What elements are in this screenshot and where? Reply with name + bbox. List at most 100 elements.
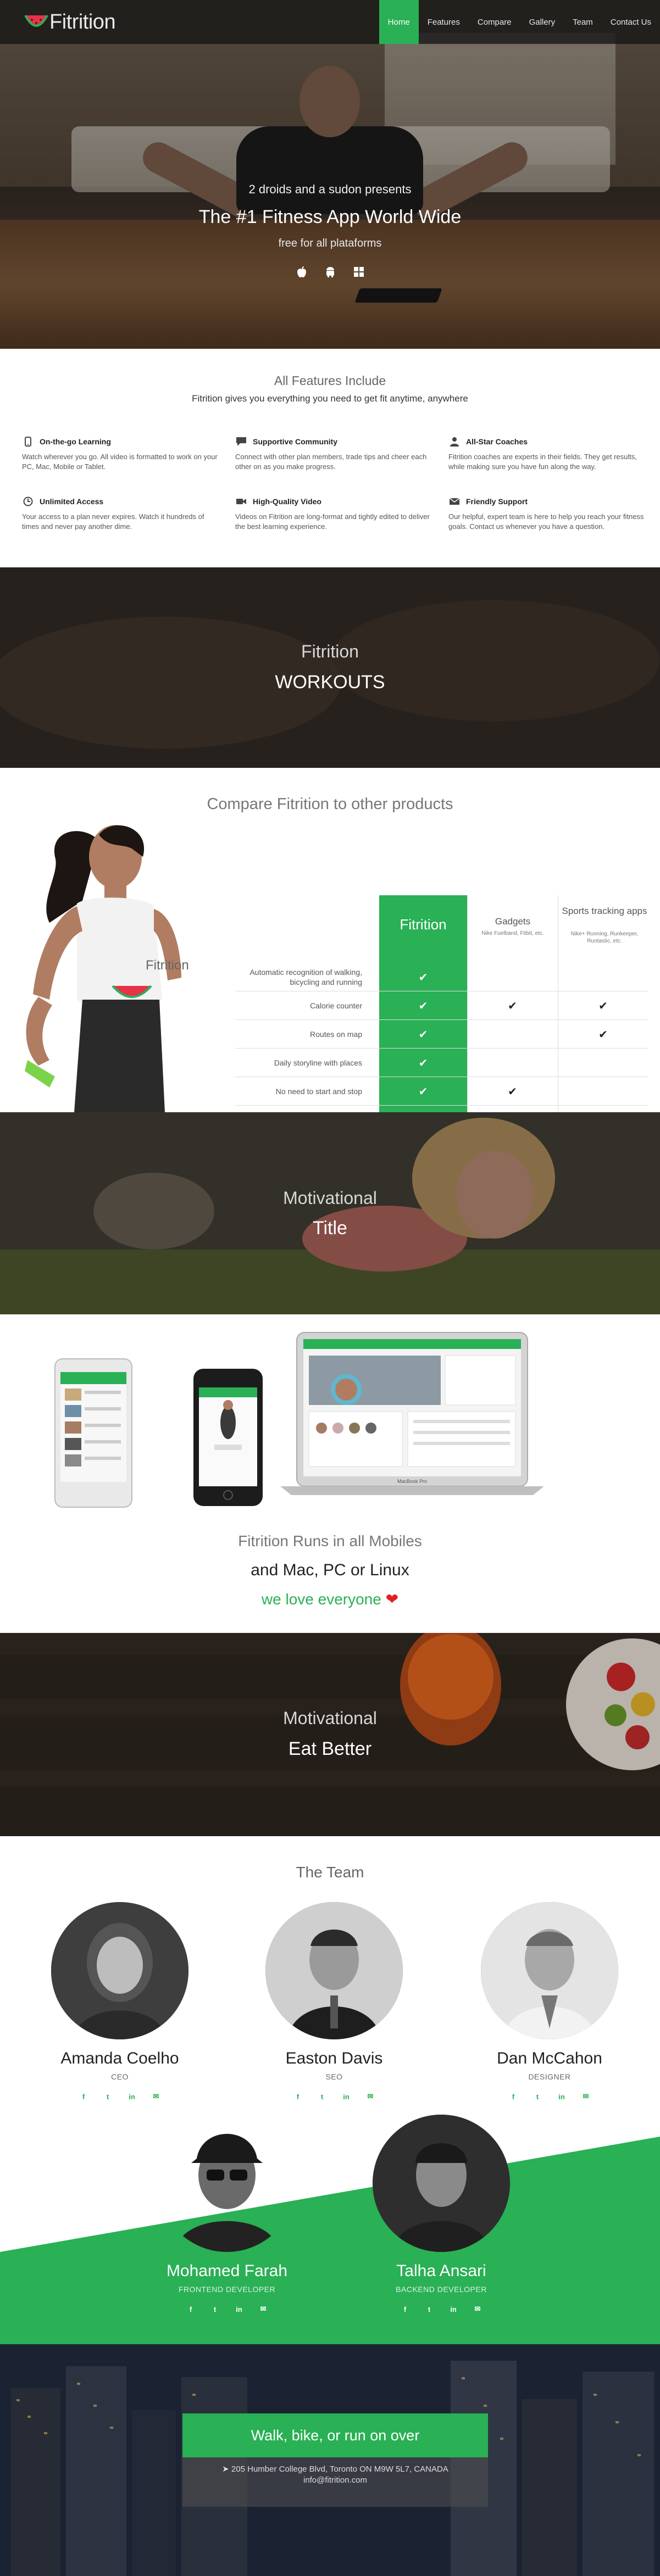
mobiles-line1: Fitrition Runs in all Mobiles (238, 1532, 422, 1549)
team-title: The Team (296, 1864, 364, 1881)
nav-contact[interactable]: Contact Us (602, 0, 660, 44)
member-name: Dan McCahon (497, 2049, 602, 2067)
check-icon: ✔ (598, 1000, 608, 1012)
facebook-icon[interactable]: f (79, 2092, 88, 2101)
feature-heading: High-Quality Video (235, 495, 433, 508)
android-icon[interactable] (324, 266, 336, 278)
feature-text: Our helpful, expert team is here to help… (448, 512, 644, 531)
linkedin-icon[interactable]: in (449, 2305, 458, 2313)
chat-icon (235, 436, 247, 448)
motivational-section: Motivational Title (0, 1112, 660, 1314)
clock-icon (22, 495, 34, 508)
email-icon[interactable]: ✉ (259, 2305, 268, 2313)
feature-heading: Supportive Community (235, 436, 433, 448)
apple-icon[interactable] (296, 266, 308, 278)
avatar (481, 1902, 618, 2039)
check-icon: ✔ (418, 1085, 428, 1098)
footer-headline: Walk, bike, or run on over (182, 2413, 488, 2457)
feature-item: High-Quality Video Videos on Fitrition a… (235, 495, 433, 532)
feature-item: Friendly Support Our helpful, expert tea… (448, 495, 646, 532)
member-name: Talha Ansari (396, 2262, 486, 2280)
twitter-icon[interactable]: t (533, 2092, 542, 2101)
compare-row: Routes on map ✔ ✔ (235, 1020, 648, 1049)
footer-email[interactable]: info@fitrition.com (182, 2475, 488, 2486)
compare-title: Compare Fitrition to other products (207, 795, 453, 813)
facebook-icon[interactable]: f (401, 2305, 409, 2313)
team-member: Easton Davis SEO f t in ✉ (252, 1902, 417, 2101)
compare-col-gadgets: Gadgets (495, 916, 531, 927)
feature-title: High-Quality Video (253, 497, 321, 506)
avatar (265, 1902, 403, 2039)
facebook-icon[interactable]: f (186, 2305, 195, 2313)
check-icon: ✔ (418, 1028, 428, 1041)
compare-row-label: No need to start and stop (275, 1087, 362, 1096)
eat-better-small-title: Motivational (283, 1708, 377, 1728)
user-icon (448, 436, 461, 448)
facebook-icon[interactable]: f (509, 2092, 518, 2101)
twitter-icon[interactable]: t (318, 2092, 326, 2101)
feature-title: Friendly Support (466, 497, 528, 506)
twitter-icon[interactable]: t (210, 2305, 219, 2313)
check-icon: ✔ (508, 1000, 517, 1012)
motivational-small-title: Motivational (283, 1188, 377, 1208)
email-icon[interactable]: ✉ (152, 2092, 160, 2101)
linkedin-icon[interactable]: in (557, 2092, 566, 2101)
compare-row-label: Daily storyline with places (274, 1058, 362, 1067)
workouts-title: WORKOUTS (275, 672, 385, 693)
feature-text: Videos on Fitrition are long-format and … (235, 512, 430, 531)
address-row: ➤ 205 Humber College Blvd, Toronto ON M9… (182, 2464, 488, 2475)
email-icon[interactable]: ✉ (581, 2092, 590, 2101)
laptop-label: MacBook Pro (397, 1479, 427, 1484)
check-icon: ✔ (418, 971, 428, 984)
email-icon[interactable]: ✉ (366, 2092, 375, 2101)
feature-text: Connect with other plan members, trade t… (235, 453, 427, 471)
facebook-icon[interactable]: f (293, 2092, 302, 2101)
feature-item: All-Star Coaches Fitrition coaches are e… (448, 436, 646, 472)
nav-gallery[interactable]: Gallery (520, 0, 564, 44)
avatar (373, 2115, 510, 2252)
feature-item: Unlimited Access Your access to a plan n… (22, 495, 220, 532)
footer-address: 205 Humber College Blvd, Toronto ON M9W … (231, 2465, 448, 2474)
feature-heading: All-Star Coaches (448, 436, 646, 448)
features-title: All Features Include (274, 373, 386, 388)
feature-title: Supportive Community (253, 437, 338, 446)
compare-row-label: Calorie counter (310, 1001, 362, 1010)
member-name: Amanda Coelho (60, 2049, 179, 2067)
mobiles-line3-row: we love everyone ❤ (0, 1590, 660, 1608)
compare-row: Automatic recognition of walking, bicycl… (235, 963, 648, 991)
mobile-icon (22, 436, 34, 448)
linkedin-icon[interactable]: in (235, 2305, 243, 2313)
hero-free-text: free for all plataforms (278, 237, 382, 249)
member-name: Mohamed Farah (166, 2262, 288, 2280)
check-icon: ✔ (508, 1085, 517, 1098)
nav-home[interactable]: Home (379, 0, 419, 44)
nav-features[interactable]: Features (419, 0, 469, 44)
linkedin-icon[interactable]: in (342, 2092, 351, 2101)
linkedin-icon[interactable]: in (127, 2092, 136, 2101)
social-links: f t in ✉ (252, 2092, 417, 2101)
social-links: f t in ✉ (359, 2305, 524, 2313)
hero-title: The #1 Fitness App World Wide (198, 207, 462, 227)
team-member: Talha Ansari BACKEND DEVELOPER f t in ✉ (359, 2115, 524, 2313)
twitter-icon[interactable]: t (103, 2092, 112, 2101)
hero-overlay (0, 0, 660, 349)
nav-compare[interactable]: Compare (469, 0, 520, 44)
team-green-background (0, 2137, 660, 2344)
brand[interactable]: Fitrition (24, 9, 116, 35)
compare-row-label: Routes on map (310, 1030, 362, 1039)
features-subtitle: Fitrition gives you everything you need … (192, 393, 468, 404)
nav-team[interactable]: Team (564, 0, 602, 44)
email-icon[interactable]: ✉ (473, 2305, 482, 2313)
brand-name: Fitrition (49, 10, 116, 34)
social-links: f t in ✉ (37, 2092, 202, 2101)
feature-text: Watch wherever you go. All video is form… (22, 453, 218, 471)
check-icon: ✔ (418, 1057, 428, 1069)
compare-row: Calorie counter ✔ ✔ ✔ (235, 991, 648, 1020)
twitter-icon[interactable]: t (425, 2305, 434, 2313)
workouts-background (0, 567, 660, 768)
windows-icon[interactable] (353, 266, 365, 278)
eat-better-title: Eat Better (288, 1738, 372, 1759)
shirt-text: Fitrition (146, 958, 189, 973)
eat-better-section: Motivational Eat Better (0, 1633, 660, 1836)
member-role: BACKEND DEVELOPER (396, 2285, 487, 2294)
